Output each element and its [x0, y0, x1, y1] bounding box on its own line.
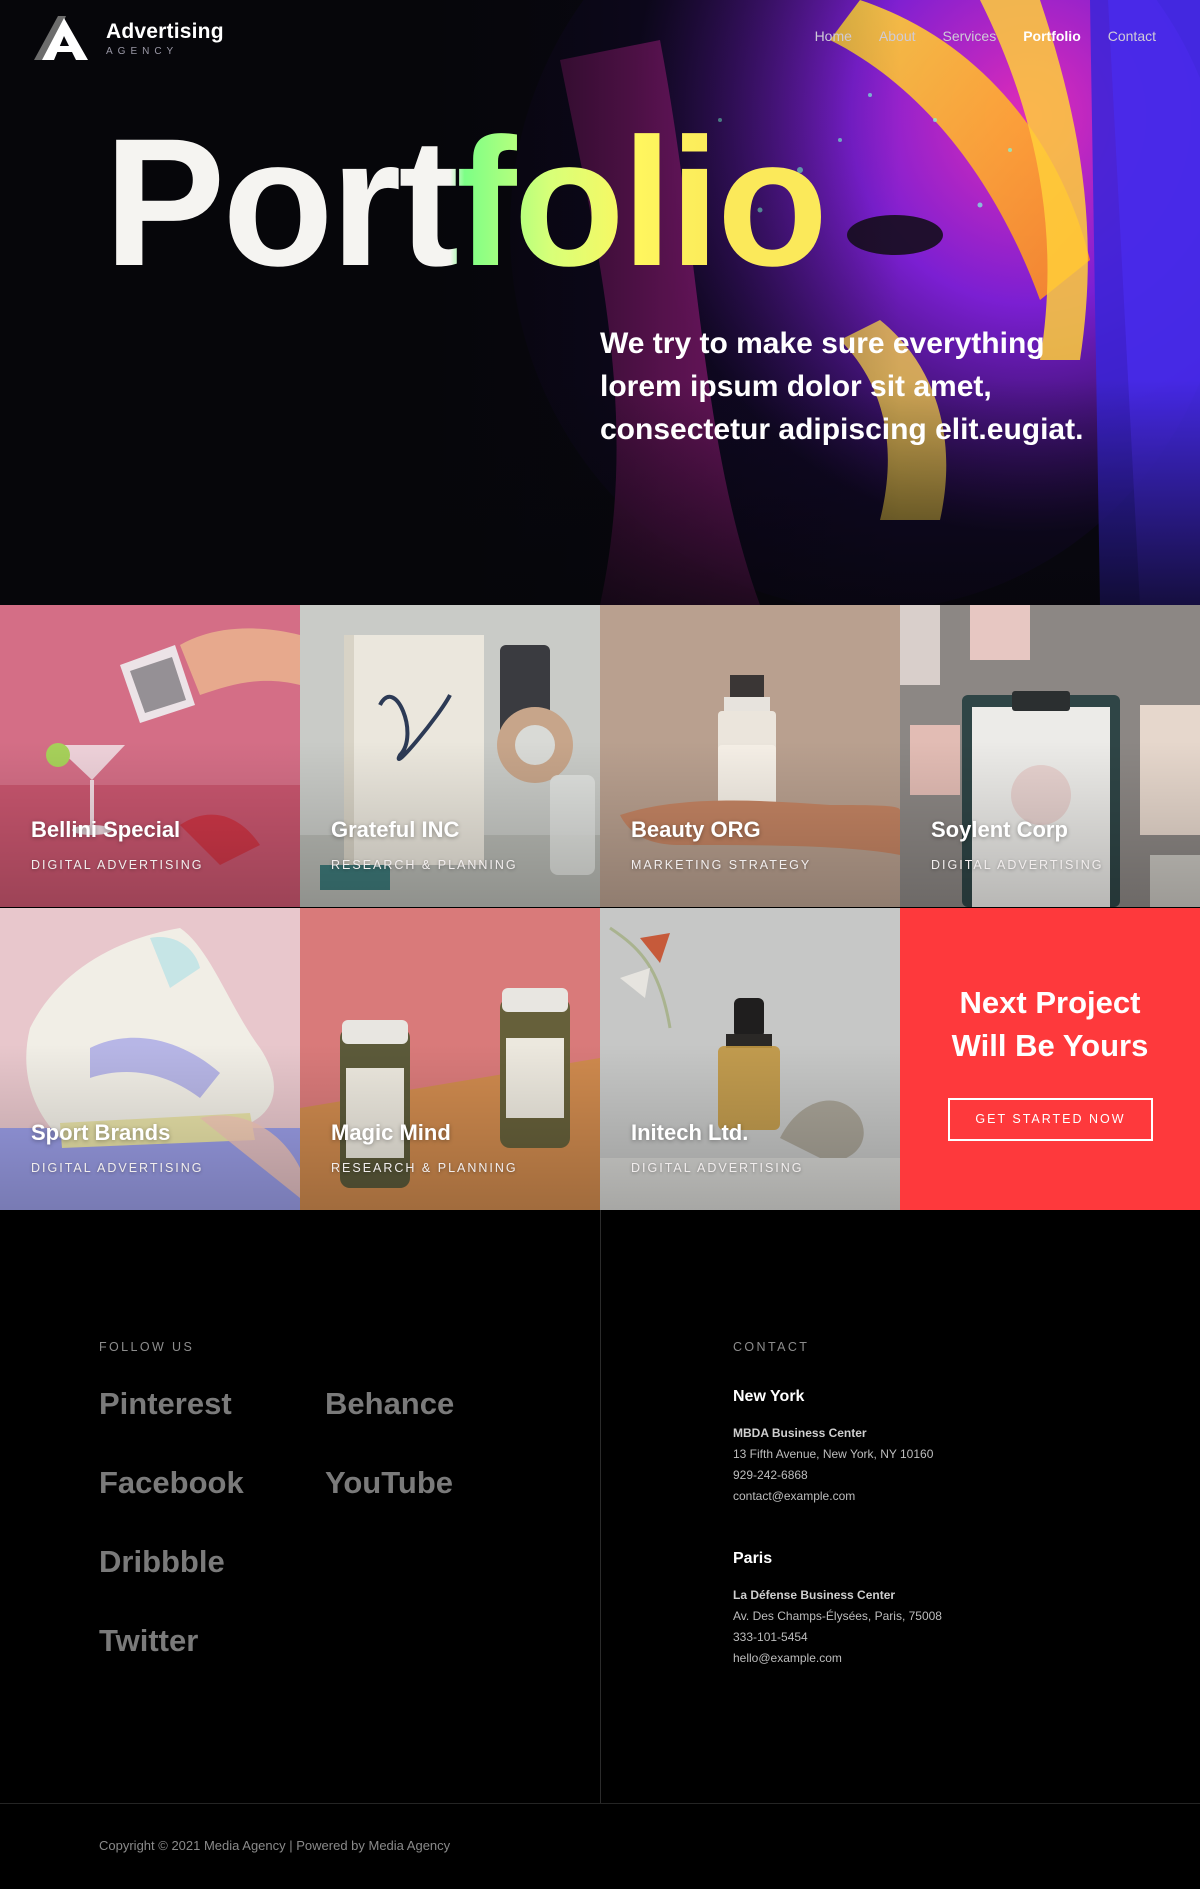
portfolio-category: RESEARCH & PLANNING — [331, 858, 518, 872]
portfolio-item-beauty[interactable]: Beauty ORG MARKETING STRATEGY — [600, 605, 900, 907]
portfolio-category: DIGITAL ADVERTISING — [931, 858, 1104, 872]
portfolio-item-grateful[interactable]: Grateful INC RESEARCH & PLANNING — [300, 605, 600, 907]
portfolio-title: Initech Ltd. — [631, 1120, 749, 1145]
portfolio-title: Sport Brands — [31, 1120, 171, 1145]
get-started-button[interactable]: GET STARTED NOW — [948, 1098, 1153, 1141]
social-link-facebook[interactable]: Facebook — [99, 1465, 244, 1501]
portfolio-item-magic[interactable]: Magic Mind RESEARCH & PLANNING — [300, 908, 600, 1210]
brand-tagline: AGENCY — [106, 45, 179, 57]
portfolio-category: MARKETING STRATEGY — [631, 858, 812, 872]
portfolio-title: Bellini Special — [31, 817, 181, 842]
footer: FOLLOW US Pinterest Behance Facebook You… — [0, 1210, 1200, 1889]
portfolio-title: Soylent Corp — [931, 817, 1068, 842]
page-title: Portfolio — [104, 100, 828, 304]
office-building: MBDA Business Center — [733, 1426, 867, 1440]
office-address: 13 Fifth Avenue, New York, NY 10160 — [733, 1447, 934, 1461]
nav-about[interactable]: About — [879, 28, 916, 44]
portfolio-category: DIGITAL ADVERTISING — [631, 1161, 804, 1175]
portfolio-category: RESEARCH & PLANNING — [331, 1161, 518, 1175]
portfolio-category: DIGITAL ADVERTISING — [31, 1161, 204, 1175]
portfolio-item-soylent[interactable]: Soylent Corp DIGITAL ADVERTISING — [900, 605, 1200, 907]
cta-tile: Next Project Will Be Yours — [900, 908, 1200, 1210]
portfolio-category: DIGITAL ADVERTISING — [31, 858, 204, 872]
office-email[interactable]: contact@example.com — [733, 1486, 933, 1507]
social-link-youtube[interactable]: YouTube — [325, 1465, 453, 1501]
copyright-text: Copyright © 2021 Media Agency | Powered … — [99, 1838, 451, 1853]
social-link-twitter[interactable]: Twitter — [99, 1623, 198, 1659]
portfolio-title: Grateful INC — [331, 817, 460, 842]
nav-portfolio[interactable]: Portfolio — [1023, 28, 1081, 44]
social-link-pinterest[interactable]: Pinterest — [99, 1386, 232, 1422]
nav-services[interactable]: Services — [943, 28, 997, 44]
brand-name: Advertising — [106, 19, 224, 43]
office-address: Av. Des Champs-Élysées, Paris, 75008 — [733, 1609, 942, 1623]
follow-us-label: FOLLOW US — [99, 1340, 195, 1354]
office-phone[interactable]: 333-101-5454 — [733, 1627, 942, 1648]
nav-home[interactable]: Home — [815, 28, 852, 44]
portfolio-item-bellini[interactable]: Bellini Special DIGITAL ADVERTISING — [0, 605, 300, 907]
portfolio-item-initech[interactable]: Initech Ltd. DIGITAL ADVERTISING — [600, 908, 900, 1210]
office-details-paris: La Défense Business Center Av. Des Champ… — [733, 1585, 942, 1669]
logo-a-icon — [34, 16, 88, 60]
office-building: La Défense Business Center — [733, 1588, 896, 1602]
office-details-newyork: MBDA Business Center 13 Fifth Avenue, Ne… — [733, 1423, 933, 1507]
portfolio-title: Magic Mind — [331, 1120, 451, 1145]
office-email[interactable]: hello@example.com — [733, 1648, 942, 1669]
contact-label: CONTACT — [733, 1340, 810, 1354]
office-city-newyork: New York — [733, 1388, 805, 1405]
cta-title: Next Project Will Be Yours — [951, 985, 1149, 1063]
office-city-paris: Paris — [733, 1550, 773, 1567]
social-link-dribbble[interactable]: Dribbble — [99, 1544, 225, 1580]
footer-divider — [600, 1210, 601, 1803]
main-nav: Home About Services Portfolio Contact — [788, 28, 1156, 44]
footer-separator — [0, 1803, 1200, 1804]
hero-section: Advertising AGENCY Home About Services P… — [0, 0, 1200, 605]
brand-logo[interactable]: Advertising AGENCY — [30, 12, 224, 64]
social-link-behance[interactable]: Behance — [325, 1386, 454, 1422]
portfolio-item-sport[interactable]: Sport Brands DIGITAL ADVERTISING — [0, 908, 300, 1210]
office-phone[interactable]: 929-242-6868 — [733, 1465, 933, 1486]
portfolio-title: Beauty ORG — [631, 817, 761, 842]
portfolio-grid: Bellini Special DIGITAL ADVERTISING Grat… — [0, 605, 1200, 1210]
hero-subtitle: We try to make sure everything lorem ips… — [600, 327, 1084, 446]
nav-contact[interactable]: Contact — [1108, 28, 1156, 44]
